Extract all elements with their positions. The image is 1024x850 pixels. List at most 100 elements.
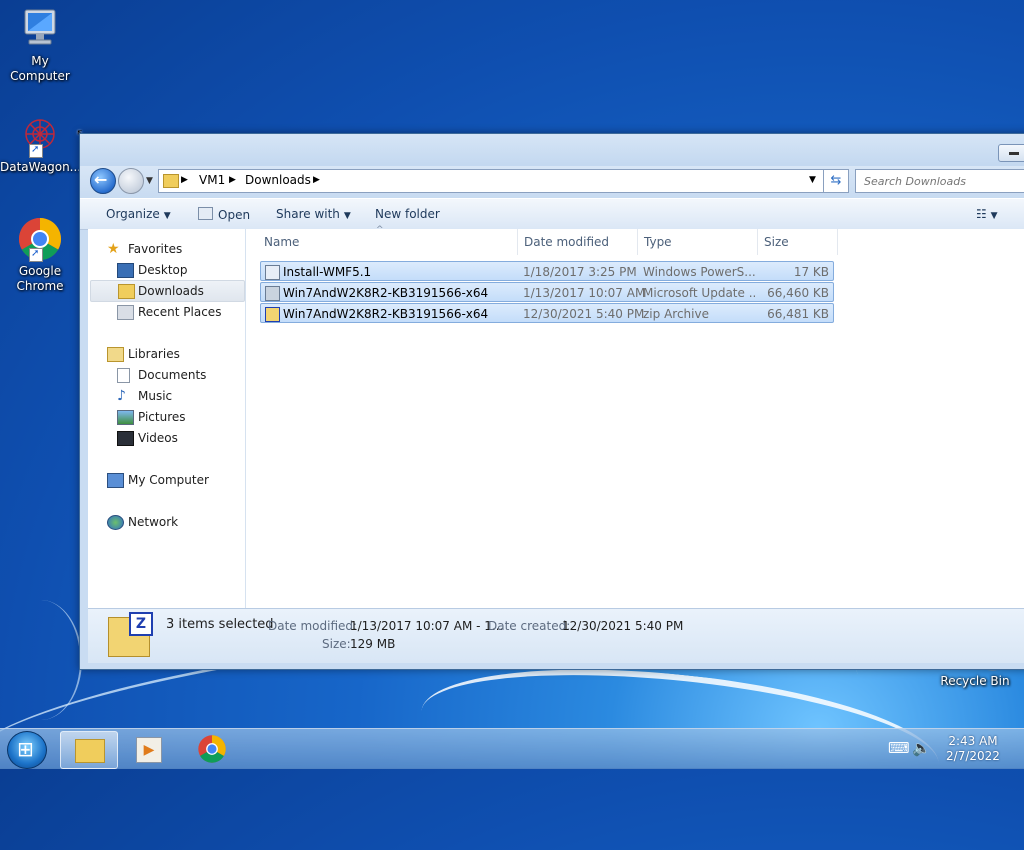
chrome-icon [17,216,63,262]
nav-recent-places[interactable]: Recent Places [117,302,237,322]
desktop-icon-label: Google Chrome [16,264,64,293]
taskbar-media-player[interactable]: ▶ [122,731,178,767]
new-folder-button[interactable]: New folder [375,207,440,221]
file-list: Name ^ Date modified Type Size Install-W… [246,225,1024,608]
taskbar-explorer[interactable] [60,731,118,769]
nav-favorites[interactable]: ★ Favorites [107,239,237,259]
date-created-label: Date created: [488,619,571,633]
address-dropdown-icon[interactable]: ▼ [809,175,816,185]
chevron-down-icon: ▼ [163,211,171,221]
clock[interactable]: 2:43 AM 2/7/2022 [940,734,1006,764]
file-size: 66,460 KB [767,286,829,300]
nav-label: Documents [138,368,207,382]
pictures-icon [117,410,134,425]
title-bar[interactable] [80,134,1024,166]
nav-label: My Computer [128,473,209,487]
breadcrumb-separator-icon[interactable]: ▶ [229,175,236,185]
desktop-icon-google-chrome[interactable]: Google Chrome [0,216,80,294]
forward-button[interactable] [118,168,144,194]
desktop-icon-label: My Computer [10,54,70,83]
nav-network[interactable]: Network [107,512,237,532]
open-icon [198,207,213,220]
taskbar-chrome[interactable] [184,731,240,767]
network-tray-icon[interactable]: ⌨ [888,739,910,757]
nav-label: Videos [138,431,178,445]
folder-icon [75,739,105,763]
organize-label: Organize [106,207,160,221]
nav-pictures[interactable]: Pictures [117,407,237,427]
file-name: Install-WMF5.1 [283,265,372,279]
nav-libraries[interactable]: Libraries [107,344,237,364]
powershell-script-icon [265,265,280,280]
organize-button[interactable]: Organize ▼ [106,207,171,221]
column-header-date-modified[interactable]: Date modified [518,229,638,255]
file-row[interactable]: Win7AndW2K8R2-KB3191566-x64 12/30/2021 5… [260,303,834,323]
desktop-icon-datawagon[interactable]: DataWagon... [0,114,82,175]
file-type: zip Archive [643,307,709,321]
nav-label: Recent Places [138,305,222,319]
back-button[interactable] [90,168,116,194]
date-modified-label: Date modified: [268,619,358,633]
breadcrumb-downloads[interactable]: Downloads [245,173,311,187]
column-header-type[interactable]: Type [638,229,758,255]
nav-label: Music [138,389,173,403]
desktop-icon-label: DataWagon... [0,160,82,174]
refresh-icon: ⇆ [830,173,842,188]
desktop-icon-label: Recycle Bin [940,674,1010,688]
file-row[interactable]: Win7AndW2K8R2-KB3191566-x64 1/13/2017 10… [260,282,834,302]
star-icon: ★ [107,241,120,257]
column-header-size[interactable]: Size [758,229,838,255]
nav-documents[interactable]: Documents [117,365,237,385]
update-package-icon [265,286,280,301]
chrome-icon [197,734,227,767]
open-label: Open [218,208,251,222]
clock-time: 2:43 AM [948,734,998,748]
chevron-down-icon: ▼ [343,211,351,221]
column-header-name[interactable]: Name ^ [258,225,518,255]
breadcrumb-separator-icon[interactable]: ▶ [181,175,188,185]
videos-icon [117,431,134,446]
minimize-button[interactable] [998,144,1024,162]
nav-label: Desktop [138,263,188,277]
search-box[interactable] [855,169,1024,193]
nav-label: Network [128,515,179,529]
details-pane: 3 items selected Date modified: 1/13/201… [88,608,1024,663]
content-area: ★ Favorites Desktop Downloads Recent Pla… [88,225,1024,608]
nav-videos[interactable]: Videos [117,428,237,448]
explorer-window[interactable]: ▼ ▶ VM1 ▶ Downloads ▶ ▼ ⇆ Organize▼ Open… [79,133,1024,670]
file-row[interactable]: Install-WMF5.1 1/18/2017 3:25 PM Windows… [260,261,834,281]
share-with-label: Share with [276,207,340,221]
nav-music[interactable]: ♪ Music [117,386,237,406]
view-options-icon[interactable]: ☷ ▼ [976,207,998,221]
nav-label: Pictures [138,410,186,424]
command-bar: Organize ▼ Open Share with ▼ New folder ☷ … [80,198,1024,230]
address-bar[interactable]: ▶ VM1 ▶ Downloads ▶ ▼ [158,169,824,193]
music-note-icon: ♪ [117,388,126,404]
nav-desktop[interactable]: Desktop [117,260,237,280]
start-button[interactable] [7,731,47,769]
breadcrumb-vm1[interactable]: VM1 [199,173,225,187]
computer-icon [107,473,124,488]
zip-archive-icon [265,307,280,322]
open-button[interactable]: Open [198,207,250,222]
breadcrumb-separator-icon[interactable]: ▶ [313,175,320,185]
file-date: 1/18/2017 3:25 PM [523,265,637,279]
desktop-icon [117,263,134,278]
nav-downloads[interactable]: Downloads [90,280,245,302]
navigation-pane: ★ Favorites Desktop Downloads Recent Pla… [88,229,246,608]
refresh-button[interactable]: ⇆ [823,169,849,193]
desktop-icon-my-computer[interactable]: My Computer [0,8,80,84]
volume-tray-icon[interactable]: 🔈 [912,739,931,757]
file-date: 12/30/2021 5:40 PM [523,307,645,321]
share-with-button[interactable]: Share with ▼ [276,207,351,221]
clock-date: 2/7/2022 [946,749,1000,763]
size-value: 129 MB [350,637,396,651]
history-dropdown-icon[interactable]: ▼ [146,176,153,186]
file-type: Microsoft Update ... [643,286,755,300]
file-name: Win7AndW2K8R2-KB3191566-x64 [283,307,489,321]
date-created-value: 12/30/2021 5:40 PM [562,619,684,633]
zip-archive-icon [108,612,153,657]
nav-my-computer[interactable]: My Computer [107,470,237,490]
search-input[interactable] [862,174,1024,189]
file-name: Win7AndW2K8R2-KB3191566-x64 [283,286,489,300]
